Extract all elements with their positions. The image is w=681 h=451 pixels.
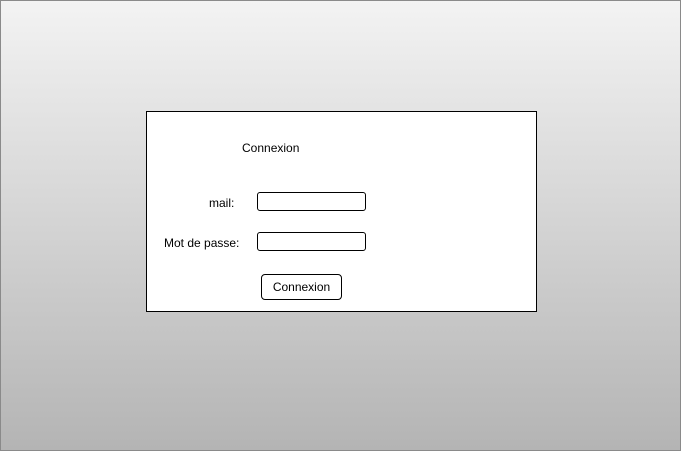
login-button[interactable]: Connexion (261, 274, 342, 300)
login-title: Connexion (242, 141, 300, 155)
mail-label: mail: (209, 196, 235, 210)
login-panel: Connexion mail: Mot de passe: Connexion (146, 111, 537, 312)
mail-input[interactable] (257, 192, 366, 211)
page-background: Connexion mail: Mot de passe: Connexion (0, 0, 681, 451)
password-input[interactable] (257, 232, 366, 251)
password-label: Mot de passe: (164, 236, 240, 250)
